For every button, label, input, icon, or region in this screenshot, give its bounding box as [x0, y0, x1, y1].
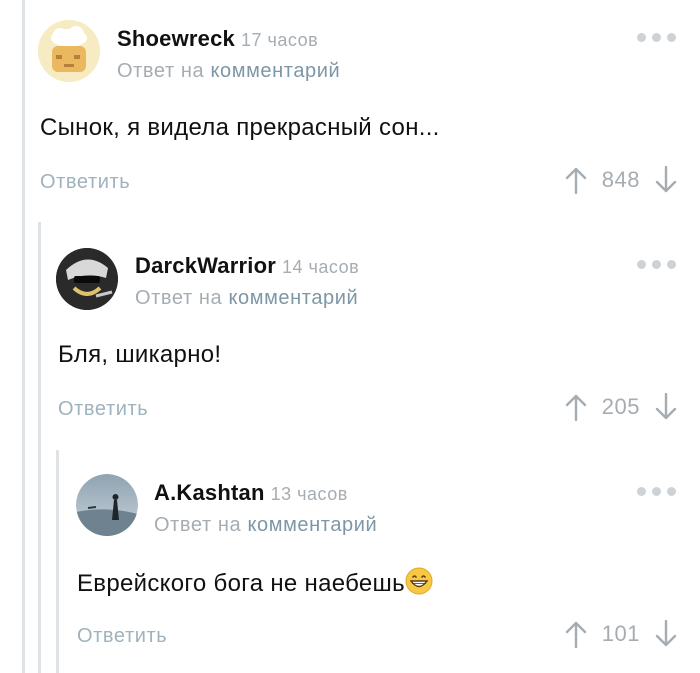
reply-to-link[interactable]: комментарий — [247, 514, 377, 536]
avatar[interactable] — [76, 474, 138, 536]
score: 205 — [601, 394, 640, 419]
author-name[interactable]: DarckWarrior 14 часов — [135, 253, 359, 279]
thread-line-level-1 — [22, 0, 25, 673]
score: 101 — [601, 621, 640, 646]
arrow-down-icon[interactable] — [654, 166, 678, 194]
reply-to-line: Ответ на комментарий — [135, 287, 358, 310]
arrow-down-icon[interactable] — [654, 393, 678, 421]
score: 848 — [601, 167, 640, 192]
comment-time: 17 часов — [240, 30, 319, 50]
comment-text-line: Еврейского бога не наебешь — [77, 567, 433, 598]
avatar[interactable] — [56, 248, 118, 310]
reply-to-line: Ответ на комментарий — [154, 514, 377, 537]
author-label[interactable]: A.Kashtan — [154, 480, 265, 505]
comment-time: 13 часов — [270, 484, 348, 504]
grinning-emoji-icon — [405, 567, 433, 595]
arrow-up-icon[interactable] — [564, 393, 588, 421]
rating-block: 848 — [564, 166, 678, 194]
reply-button[interactable]: Ответить — [40, 171, 130, 194]
reply-to-prefix: Ответ на — [154, 514, 242, 536]
more-dots-icon[interactable] — [637, 260, 676, 269]
comment-text: Еврейского бога не наебешь — [77, 570, 405, 597]
author-name[interactable]: Shoewreck 17 часов — [117, 26, 318, 52]
comment-text: Сынок, я видела прекрасный сон... — [40, 114, 440, 141]
author-label[interactable]: Shoewreck — [117, 26, 235, 51]
thread-line-level-3 — [56, 450, 59, 673]
rating-block: 101 — [564, 620, 678, 648]
reply-button[interactable]: Ответить — [58, 398, 148, 421]
reply-to-prefix: Ответ на — [117, 60, 205, 82]
author-label[interactable]: DarckWarrior — [135, 253, 276, 278]
thread-line-level-2 — [38, 222, 41, 673]
reply-to-link[interactable]: комментарий — [210, 60, 340, 82]
rating-block: 205 — [564, 393, 678, 421]
more-dots-icon[interactable] — [637, 487, 676, 496]
comment-text: Бля, шикарно! — [58, 341, 222, 368]
more-dots-icon[interactable] — [637, 33, 676, 42]
author-name[interactable]: A.Kashtan 13 часов — [154, 480, 348, 506]
arrow-up-icon[interactable] — [564, 166, 588, 194]
arrow-up-icon[interactable] — [564, 620, 588, 648]
avatar[interactable] — [38, 20, 100, 82]
reply-to-link[interactable]: комментарий — [228, 287, 358, 309]
reply-button[interactable]: Ответить — [77, 625, 167, 648]
arrow-down-icon[interactable] — [654, 620, 678, 648]
comment-time: 14 часов — [281, 257, 360, 277]
reply-to-prefix: Ответ на — [135, 287, 223, 309]
reply-to-line: Ответ на комментарий — [117, 60, 340, 83]
